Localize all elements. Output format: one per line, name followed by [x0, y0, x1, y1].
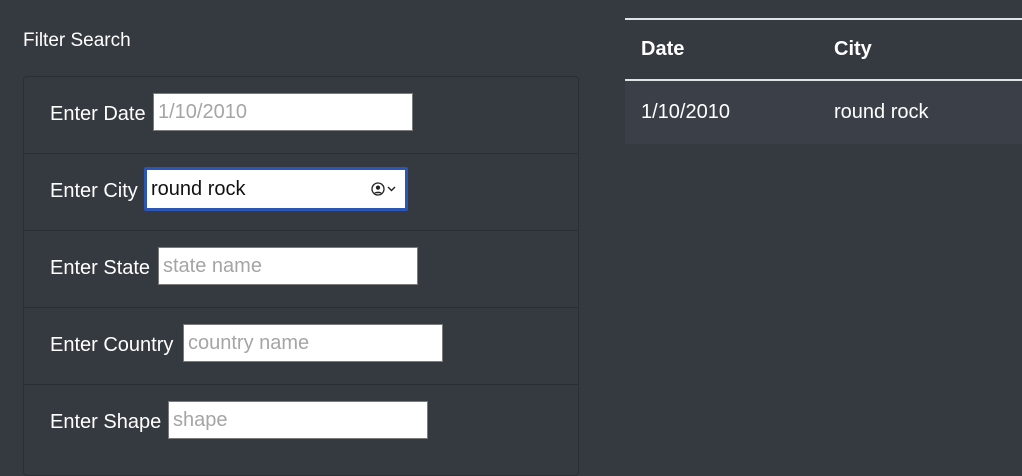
table-body: 1/10/2010 round rock	[625, 80, 1022, 144]
city-input-wrapper[interactable]	[144, 167, 408, 211]
cell-date: 1/10/2010	[641, 101, 730, 123]
city-input[interactable]	[147, 170, 367, 208]
state-label: Enter State	[50, 257, 151, 279]
date-label: Enter Date	[50, 103, 146, 125]
contact-autofill-icon[interactable]	[371, 180, 397, 198]
table-row: 1/10/2010 round rock	[625, 80, 1022, 144]
filter-row-shape: Enter Shape	[24, 385, 578, 462]
header-row: Date City	[625, 18, 1022, 81]
city-label: Enter City	[50, 180, 138, 202]
table-header: Date City	[625, 18, 1022, 81]
date-input[interactable]	[153, 93, 413, 131]
filter-row-country: Enter Country	[24, 308, 578, 385]
filter-row-state: Enter State	[24, 231, 578, 308]
cell-city: round rock	[834, 101, 929, 123]
shape-input[interactable]	[168, 401, 428, 439]
shape-label: Enter Shape	[50, 411, 162, 433]
chevron-down-icon	[387, 186, 396, 192]
country-input[interactable]	[183, 324, 443, 362]
column-header-city: City	[818, 18, 1022, 81]
country-label: Enter Country	[50, 334, 174, 356]
state-input[interactable]	[158, 247, 418, 285]
filter-list: Enter Date Enter City Enter State Enter …	[23, 76, 579, 476]
results-table: Date City 1/10/2010 round rock	[625, 18, 1022, 144]
column-header-date: Date	[625, 18, 818, 81]
filter-row-date: Enter Date	[24, 77, 578, 154]
person-circle-icon	[371, 182, 385, 196]
filter-row-city: Enter City	[24, 154, 578, 231]
filter-title: Filter Search	[23, 30, 131, 51]
